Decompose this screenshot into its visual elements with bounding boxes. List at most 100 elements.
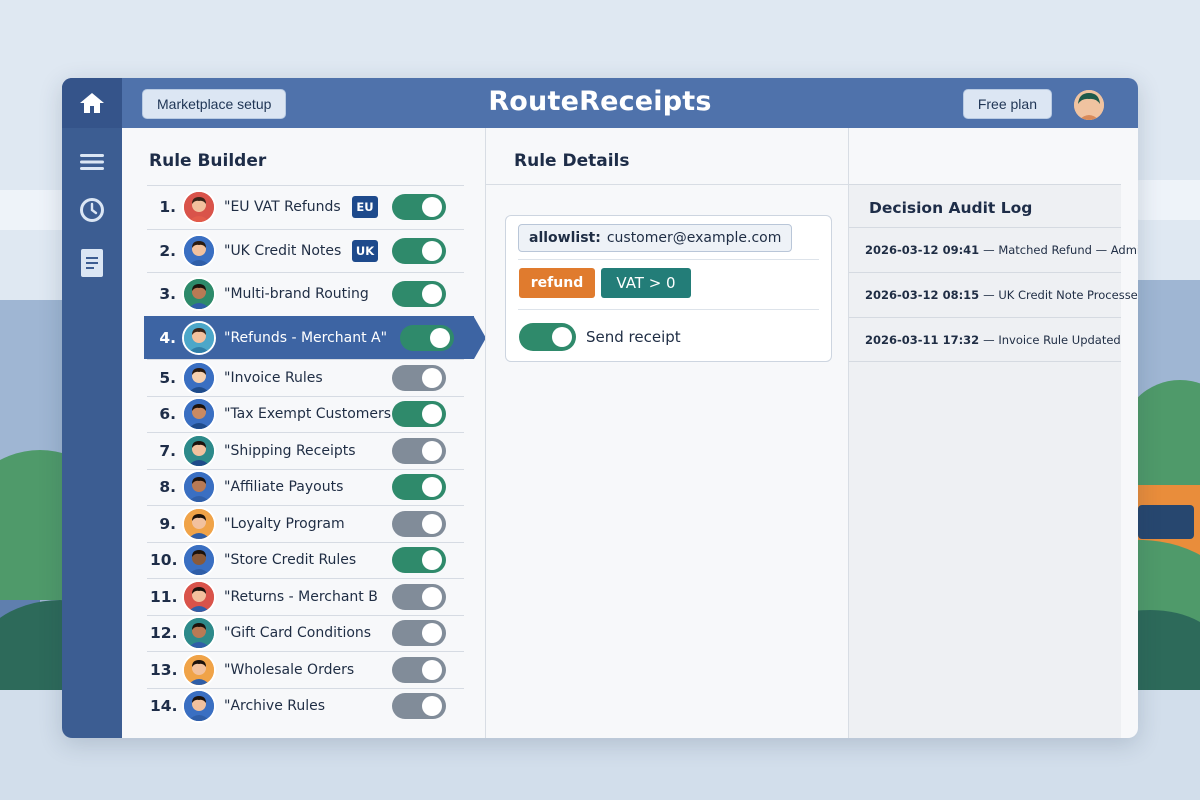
audit-log-title: Decision Audit Log <box>869 199 1033 217</box>
audit-log-entry[interactable]: 2026-03-11 17:32— Invoice Rule Updated <box>849 317 1121 362</box>
person-avatar-icon <box>184 192 214 223</box>
person-avatar-icon <box>184 581 214 612</box>
rule-number: 14. <box>150 697 178 716</box>
send-receipt-label: Send receipt <box>586 328 681 346</box>
audit-timestamp: 2026-03-12 08:15 <box>865 288 980 302</box>
allowlist-key: allowlist: <box>529 230 601 246</box>
rule-avatar <box>182 616 216 651</box>
rule-detail-card: allowlist: customer@example.com refund V… <box>505 215 832 362</box>
rule-enabled-toggle[interactable] <box>392 401 446 428</box>
rule-number: 1. <box>159 198 176 217</box>
rule-row[interactable]: 5. "Invoice Rules <box>147 359 464 396</box>
rule-number: 5. <box>159 368 176 387</box>
rule-name: "UK Credit Notes <box>224 242 342 259</box>
audit-text: — Invoice Rule Updated <box>983 332 1121 347</box>
refund-tag[interactable]: refund <box>519 268 595 298</box>
rule-name: "Store Credit Rules <box>224 552 357 569</box>
person-avatar-icon <box>184 235 214 266</box>
rule-row[interactable]: 7. "Shipping Receipts <box>147 432 464 469</box>
menu-icon <box>80 154 104 170</box>
person-avatar-icon <box>184 435 214 466</box>
audit-log-panel: Decision Audit Log 2026-03-12 09:41— Mat… <box>849 184 1138 738</box>
rule-row[interactable]: 9. "Loyalty Program <box>147 505 464 542</box>
rule-enabled-toggle[interactable] <box>392 620 446 647</box>
rule-avatar <box>182 360 216 395</box>
history-button[interactable] <box>62 196 122 224</box>
rule-avatar <box>182 320 216 355</box>
rule-row[interactable]: 11. "Returns - Merchant B <box>147 578 464 615</box>
rule-avatar <box>182 470 216 505</box>
person-avatar-icon <box>184 654 214 685</box>
person-avatar-icon <box>184 279 214 310</box>
audit-log-column: Decision Audit Log 2026-03-12 09:41— Mat… <box>848 128 1138 738</box>
rule-name: "Refunds - Merchant A" <box>224 329 388 346</box>
rule-enabled-toggle[interactable] <box>392 656 446 683</box>
user-avatar-icon <box>1074 90 1104 120</box>
main-content: Rule Builder 1. "EU VAT Refunds EU 2. "UK … <box>122 128 1138 738</box>
free-plan-button[interactable]: Free plan <box>962 89 1052 119</box>
audit-log-list: 2026-03-12 09:41— Matched Refund — Admin… <box>849 227 1138 362</box>
rule-enabled-toggle[interactable] <box>392 474 446 501</box>
rule-enabled-toggle[interactable] <box>392 281 446 308</box>
vat-condition-tag[interactable]: VAT > 0 <box>601 268 691 298</box>
rule-name: "Loyalty Program <box>224 515 345 532</box>
rule-row[interactable]: 14. "Archive Rules <box>147 687 464 725</box>
person-avatar-icon <box>184 545 214 576</box>
rule-name: "Gift Card Conditions <box>224 625 372 642</box>
person-avatar-icon <box>184 322 214 353</box>
rule-enabled-toggle[interactable] <box>392 237 446 264</box>
rule-row[interactable]: 2. "UK Credit Notes UK <box>147 228 464 273</box>
rule-enabled-toggle[interactable] <box>392 583 446 610</box>
rule-row[interactable]: 10. "Store Credit Rules <box>147 541 464 579</box>
rule-number: 6. <box>159 405 176 424</box>
rule-enabled-toggle[interactable] <box>392 364 446 391</box>
top-bar: Marketplace setup RouteReceipts Free pla… <box>62 78 1138 128</box>
divider <box>518 259 819 260</box>
rule-row[interactable]: 1. "EU VAT Refunds EU <box>147 185 464 229</box>
rule-row[interactable]: 4. "Refunds - Merchant A" <box>144 315 486 359</box>
home-button[interactable] <box>62 78 122 128</box>
rule-number: 4. <box>159 328 176 347</box>
menu-button[interactable] <box>62 152 122 172</box>
audit-text: — Matched Refund — Admin <box>983 243 1138 257</box>
rule-avatar <box>182 233 216 268</box>
rule-avatar <box>182 652 216 687</box>
divider <box>486 184 848 185</box>
user-avatar[interactable] <box>1074 90 1104 120</box>
rule-number: 3. <box>159 285 176 304</box>
allowlist-chip[interactable]: allowlist: customer@example.com <box>518 224 793 252</box>
home-icon <box>80 93 104 113</box>
person-avatar-icon <box>184 472 214 503</box>
documents-button[interactable] <box>62 248 122 278</box>
rule-avatar <box>182 689 216 724</box>
audit-log-entry[interactable]: 2026-03-12 08:15— UK Credit Note Process… <box>849 272 1138 317</box>
divider <box>518 309 819 310</box>
rule-enabled-toggle[interactable] <box>392 510 446 537</box>
rule-enabled-toggle[interactable] <box>392 547 446 574</box>
rule-enabled-toggle[interactable] <box>392 693 446 720</box>
rule-number: 7. <box>159 441 176 460</box>
rule-enabled-toggle[interactable] <box>400 324 454 351</box>
rule-enabled-toggle[interactable] <box>392 437 446 464</box>
send-receipt-toggle[interactable] <box>519 323 576 351</box>
region-badge: EU <box>352 196 378 219</box>
rule-number: 2. <box>159 241 176 260</box>
rule-avatar <box>182 433 216 468</box>
rule-row[interactable]: 13. "Wholesale Orders <box>147 651 464 688</box>
rule-row[interactable]: 3. "Multi-brand Routing <box>147 272 464 316</box>
audit-log-entry[interactable]: 2026-03-12 09:41— Matched Refund — Admin <box>849 227 1138 272</box>
rule-number: 9. <box>159 514 176 533</box>
allowlist-value: customer@example.com <box>606 230 782 246</box>
rule-enabled-toggle[interactable] <box>392 194 446 221</box>
person-avatar-icon <box>184 508 214 539</box>
rule-row[interactable]: 6. "Tax Exempt Customers <box>147 395 464 433</box>
rule-row[interactable]: 8. "Affiliate Payouts <box>147 468 464 506</box>
person-avatar-icon <box>184 691 214 722</box>
rule-row[interactable]: 12. "Gift Card Conditions <box>147 614 464 652</box>
rule-list: 1. "EU VAT Refunds EU 2. "UK Credit Notes U… <box>144 185 486 725</box>
rule-avatar <box>182 277 216 312</box>
person-avatar-icon <box>184 618 214 649</box>
rule-number: 12. <box>150 624 178 643</box>
rule-number: 11. <box>150 587 178 606</box>
rule-avatar <box>182 579 216 614</box>
